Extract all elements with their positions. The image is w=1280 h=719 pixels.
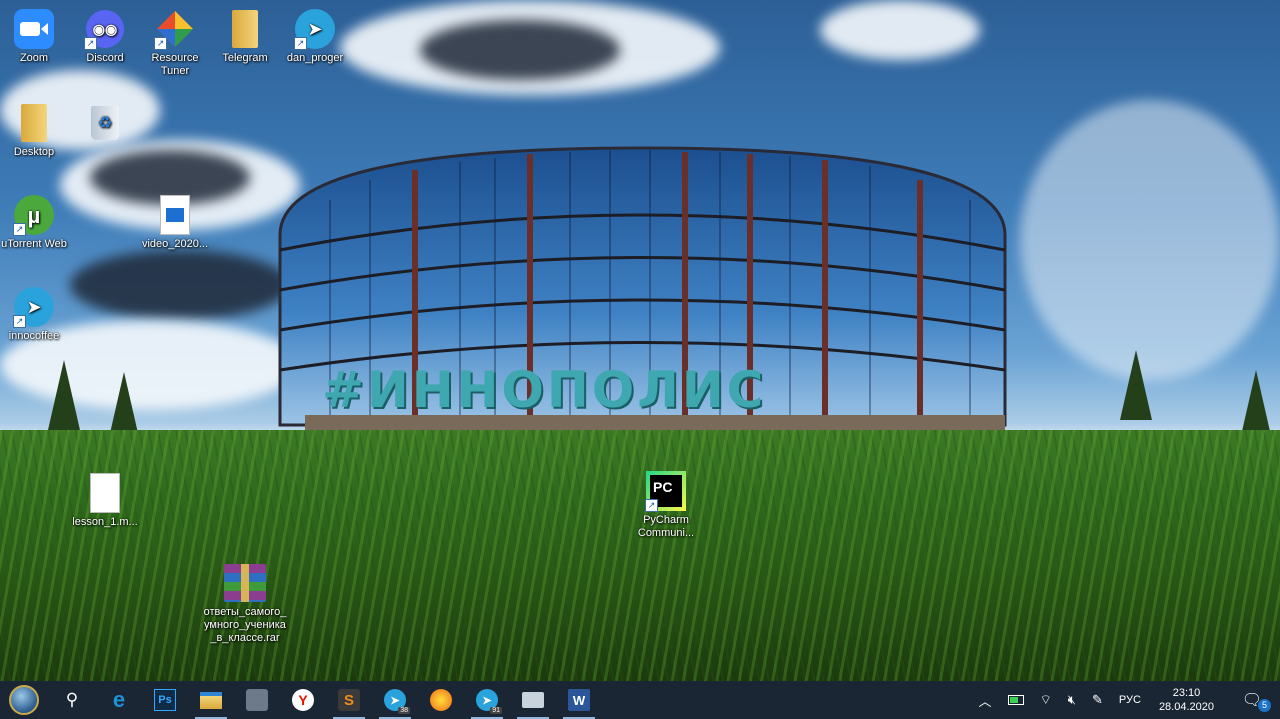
blank-file-icon xyxy=(84,472,126,514)
wallpaper-sign-text: #ИННОПОЛИС xyxy=(322,362,767,418)
taskbar-app-photoshop[interactable]: Ps xyxy=(142,681,188,719)
photoshop-icon: Ps xyxy=(154,689,176,711)
desktop-icon-label: dan_proger xyxy=(286,52,344,64)
shortcut-arrow-icon: ↗ xyxy=(13,223,26,236)
desktop-icon-label: Telegram xyxy=(222,52,268,64)
tray-pen[interactable]: ✎ xyxy=(1084,681,1111,719)
volume-muted-icon: 🔇︎ xyxy=(1067,692,1076,707)
desktop-icon-label: Discord xyxy=(86,52,124,64)
tray-network[interactable]: ⌔ xyxy=(1032,681,1060,719)
desktop-icon-label: PyCharm Communi... xyxy=(637,514,695,539)
shortcut-arrow-icon: ↗ xyxy=(84,37,97,50)
shortcut-arrow-icon: ↗ xyxy=(13,315,26,328)
unread-badge: 91 xyxy=(490,707,502,714)
language-indicator[interactable]: РУС xyxy=(1111,681,1149,719)
show-hidden-icons-button[interactable]: ︿ xyxy=(971,681,1000,719)
wallpaper-cloud xyxy=(820,0,980,60)
shortcut-arrow-icon: ↗ xyxy=(154,37,167,50)
taskbar-app-telegram-2[interactable]: ➤ 91 xyxy=(464,681,510,719)
file-explorer-icon xyxy=(200,691,222,709)
taskbar-app-word[interactable]: W xyxy=(556,681,602,719)
taskbar-app-telegram[interactable]: ➤ 38 xyxy=(372,681,418,719)
pycharm-icon: PC ↗ xyxy=(645,470,687,512)
desktop-icon-dan-proger[interactable]: ➤ ↗ dan_proger xyxy=(278,8,352,65)
sublime-text-icon: S xyxy=(338,689,360,711)
resource-tuner-icon: ↗ xyxy=(154,8,196,50)
desktop-icon-utorrent-web[interactable]: µ ↗ uTorrent Web xyxy=(0,194,71,251)
chevron-up-icon: ︿ xyxy=(978,693,992,709)
taskbar-app-edge[interactable]: e xyxy=(96,681,142,719)
system-tray: ︿ ⌔ 🔇︎ ✎ РУС 23:10 28.04.2020 🗨︎ 5 xyxy=(971,681,1280,719)
desktop-icon-rar-archive[interactable]: ответы_самого_умного_ученика_в_классе.ra… xyxy=(203,562,287,645)
discord-icon: ◉◉ ↗ xyxy=(84,8,126,50)
folder-icon xyxy=(224,8,266,50)
clock-time: 23:10 xyxy=(1172,687,1201,699)
taskbar-app-file-explorer[interactable] xyxy=(188,681,234,719)
clock[interactable]: 23:10 28.04.2020 xyxy=(1149,686,1224,714)
desktop-icon-label: Zoom xyxy=(19,52,49,64)
language-label: РУС xyxy=(1118,694,1141,706)
telegram-icon: ➤ ↗ xyxy=(13,286,55,328)
yandex-music-icon xyxy=(430,689,452,711)
action-center-button[interactable]: 🗨︎ 5 xyxy=(1224,681,1280,719)
winrar-archive-icon xyxy=(224,562,266,604)
search-button[interactable]: ⚲ xyxy=(48,681,96,719)
desktop-icon-pycharm[interactable]: PC ↗ PyCharm Communi... xyxy=(629,470,703,540)
desktop-icon-label: Desktop xyxy=(13,146,55,158)
search-icon: ⚲ xyxy=(65,690,79,709)
shortcut-arrow-icon: ↗ xyxy=(294,37,307,50)
desktop-icon-recycle-bin[interactable]: ♻ xyxy=(68,102,142,146)
shortcut-arrow-icon: ↗ xyxy=(645,499,658,512)
desktop-icon-discord[interactable]: ◉◉ ↗ Discord xyxy=(68,8,142,65)
edge-icon: e xyxy=(112,687,126,712)
wallpaper-cloud xyxy=(420,20,620,80)
desktop-icon-label: ответы_самого_умного_ученика_в_классе.ra… xyxy=(203,606,287,644)
pen-icon: ✎ xyxy=(1092,692,1103,707)
desktop-wallpaper: #ИННОПОЛИС xyxy=(0,0,1280,681)
telegram-icon: ➤ ↗ xyxy=(294,8,336,50)
wifi-icon: ⌔ xyxy=(1039,692,1052,707)
wallpaper-grass-blades xyxy=(0,430,1280,681)
desktop-icon-lesson-file[interactable]: lesson_1.m... xyxy=(68,472,142,529)
start-orb-icon xyxy=(9,685,39,715)
unread-badge: 38 xyxy=(398,707,410,714)
desktop-icon-label: lesson_1.m... xyxy=(72,516,138,528)
video-file-icon xyxy=(154,194,196,236)
utorrent-icon: µ ↗ xyxy=(13,194,55,236)
wallpaper-cloud xyxy=(70,250,290,320)
notification-count-badge: 5 xyxy=(1258,699,1271,712)
taskbar-app-sublime-text[interactable]: S xyxy=(326,681,372,719)
tray-battery[interactable] xyxy=(1000,681,1032,719)
desktop-icon-label: innocoffee xyxy=(8,330,60,342)
remote-desktop-icon xyxy=(522,692,544,708)
desktop-icon-label: Resource Tuner xyxy=(151,52,199,77)
security-icon xyxy=(246,689,268,711)
clock-date: 28.04.2020 xyxy=(1158,701,1214,713)
yandex-browser-icon: Y xyxy=(292,689,314,711)
tray-volume[interactable]: 🔇︎ xyxy=(1060,681,1084,719)
desktop-icon-desktop-folder[interactable]: Desktop xyxy=(0,102,71,159)
battery-icon xyxy=(1007,695,1024,705)
wallpaper-cloud xyxy=(1020,100,1280,380)
taskbar-app-security[interactable] xyxy=(234,681,280,719)
desktop-icon-zoom[interactable]: Zoom xyxy=(0,8,71,65)
desktop-icon-label: uTorrent Web xyxy=(1,238,67,250)
wallpaper-tree xyxy=(48,360,80,430)
recycle-bin-icon: ♻ xyxy=(84,102,126,144)
desktop-icon-label: video_2020... xyxy=(141,238,209,250)
word-icon: W xyxy=(568,689,590,711)
zoom-icon xyxy=(13,8,55,50)
desktop-icon-telegram-folder[interactable]: Telegram xyxy=(208,8,282,65)
desktop-icon-video-file[interactable]: video_2020... xyxy=(138,194,212,251)
start-button[interactable] xyxy=(0,681,48,719)
taskbar-app-yandex-music[interactable] xyxy=(418,681,464,719)
taskbar: ⚲ e Ps Y S ➤ 38 ➤ 91 W ︿ ⌔ 🔇︎ ✎ РУС 23:1… xyxy=(0,681,1280,719)
folder-icon xyxy=(13,102,55,144)
desktop-icon-resource-tuner[interactable]: ↗ Resource Tuner xyxy=(138,8,212,78)
wallpaper-tree xyxy=(1120,350,1152,420)
taskbar-app-yandex-browser[interactable]: Y xyxy=(280,681,326,719)
desktop-icon-innocoffee[interactable]: ➤ ↗ innocoffee xyxy=(0,286,71,343)
taskbar-app-remote-desktop[interactable] xyxy=(510,681,556,719)
